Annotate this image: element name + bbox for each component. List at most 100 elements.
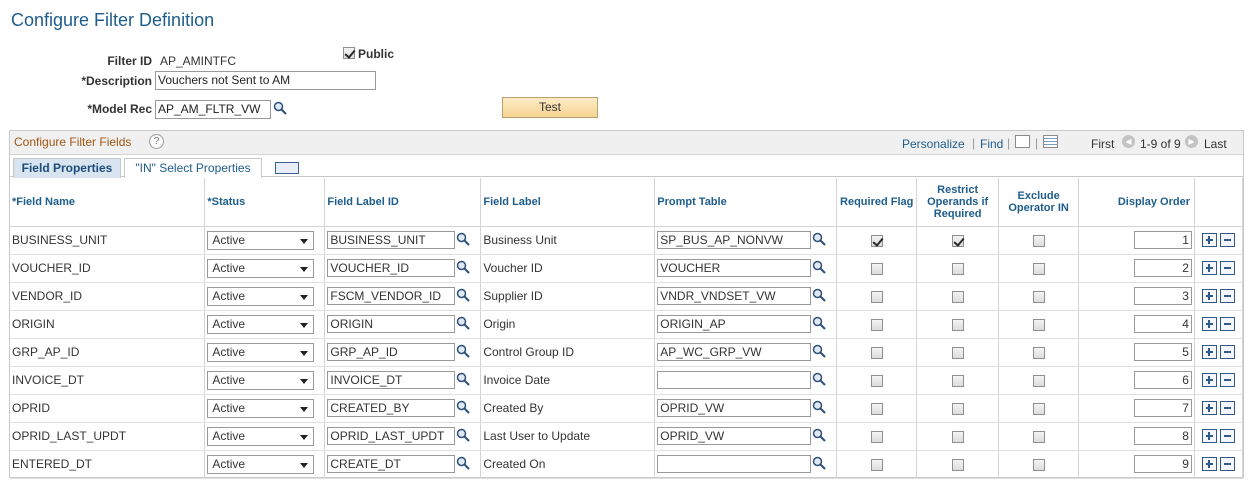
delete-row-button[interactable] [1220, 289, 1236, 304]
restrict-operands-checkbox[interactable] [951, 262, 964, 275]
prompt-table-lookup-icon[interactable] [812, 316, 826, 333]
status-select[interactable]: Active [207, 314, 315, 334]
field-label-id-lookup-icon[interactable] [456, 400, 471, 417]
add-row-button[interactable] [1201, 261, 1217, 276]
restrict-operands-checkbox[interactable] [951, 318, 964, 331]
display-order-input[interactable]: 2 [1133, 259, 1192, 277]
required-flag-checkbox[interactable] [870, 262, 883, 275]
restrict-operands-checkbox[interactable] [951, 402, 964, 415]
prompt-table-input[interactable]: VOUCHER [657, 259, 812, 277]
model-rec-input[interactable]: AP_AM_FLTR_VW [155, 100, 271, 119]
required-flag-checkbox[interactable] [870, 374, 883, 387]
restrict-operands-checkbox[interactable] [951, 458, 964, 471]
exclude-operator-checkbox[interactable] [1032, 290, 1045, 303]
field-label-id-input[interactable]: VOUCHER_ID [327, 259, 456, 277]
add-row-button[interactable] [1201, 233, 1217, 248]
next-arrow-icon[interactable]: ▶ [1185, 135, 1198, 148]
delete-row-button[interactable] [1220, 345, 1236, 360]
status-select[interactable]: Active [207, 230, 315, 250]
previous-arrow-icon[interactable]: ◀ [1122, 135, 1135, 148]
status-select[interactable]: Active [207, 370, 315, 390]
field-label-id-lookup-icon[interactable] [456, 372, 471, 389]
display-order-input[interactable]: 9 [1133, 455, 1192, 473]
prompt-table-input[interactable]: SP_BUS_AP_NONVW [657, 231, 812, 249]
exclude-operator-checkbox[interactable] [1032, 234, 1045, 247]
status-select[interactable]: Active [207, 398, 315, 418]
field-label-id-lookup-icon[interactable] [456, 428, 471, 445]
field-label-id-input[interactable]: OPRID_LAST_UPDT [327, 427, 456, 445]
personalize-link[interactable]: Personalize [902, 137, 965, 151]
field-label-id-lookup-icon[interactable] [456, 232, 471, 249]
model-rec-lookup-icon[interactable] [273, 101, 287, 115]
prompt-table-lookup-icon[interactable] [812, 260, 826, 277]
description-input[interactable]: Vouchers not Sent to AM [155, 71, 376, 90]
delete-row-button[interactable] [1220, 429, 1236, 444]
view-all-icon[interactable] [1015, 135, 1030, 148]
display-order-input[interactable]: 7 [1133, 399, 1192, 417]
prompt-table-input[interactable]: ORIGIN_AP [657, 315, 812, 333]
add-row-button[interactable] [1201, 317, 1217, 332]
prompt-table-input[interactable] [657, 371, 812, 389]
required-flag-checkbox[interactable] [870, 318, 883, 331]
status-select[interactable]: Active [207, 342, 315, 362]
download-icon[interactable] [1043, 135, 1058, 148]
prompt-table-input[interactable]: OPRID_VW [657, 427, 812, 445]
delete-row-button[interactable] [1220, 233, 1236, 248]
prompt-table-lookup-icon[interactable] [812, 232, 826, 249]
field-label-id-input[interactable]: BUSINESS_UNIT [327, 231, 456, 249]
status-select[interactable]: Active [207, 286, 315, 306]
display-order-input[interactable]: 6 [1133, 371, 1192, 389]
delete-row-button[interactable] [1220, 317, 1236, 332]
field-label-id-lookup-icon[interactable] [456, 288, 471, 305]
restrict-operands-checkbox[interactable] [951, 290, 964, 303]
field-label-id-lookup-icon[interactable] [456, 344, 471, 361]
prompt-table-lookup-icon[interactable] [812, 288, 826, 305]
display-order-input[interactable]: 1 [1133, 231, 1192, 249]
restrict-operands-checkbox[interactable] [951, 430, 964, 443]
exclude-operator-checkbox[interactable] [1032, 430, 1045, 443]
exclude-operator-checkbox[interactable] [1032, 346, 1045, 359]
field-label-id-input[interactable]: FSCM_VENDOR_ID [327, 287, 456, 305]
add-row-button[interactable] [1201, 457, 1217, 472]
prompt-table-input[interactable]: VNDR_VNDSET_VW [657, 287, 812, 305]
required-flag-checkbox[interactable] [870, 234, 883, 247]
field-label-id-input[interactable]: GRP_AP_ID [327, 343, 456, 361]
display-order-input[interactable]: 8 [1133, 427, 1192, 445]
status-select[interactable]: Active [207, 454, 315, 474]
field-label-id-input[interactable]: CREATED_BY [327, 399, 456, 417]
display-order-input[interactable]: 3 [1133, 287, 1192, 305]
delete-row-button[interactable] [1220, 401, 1236, 416]
prompt-table-input[interactable]: AP_WC_GRP_VW [657, 343, 812, 361]
prompt-table-input[interactable] [657, 455, 812, 473]
prompt-table-lookup-icon[interactable] [812, 372, 826, 389]
add-row-button[interactable] [1201, 289, 1217, 304]
delete-row-button[interactable] [1220, 261, 1236, 276]
tab-in-select-properties[interactable]: "IN" Select Properties [124, 158, 262, 178]
display-order-input[interactable]: 5 [1133, 343, 1192, 361]
show-all-columns-icon[interactable] [275, 162, 299, 174]
prompt-table-lookup-icon[interactable] [812, 400, 826, 417]
prompt-table-input[interactable]: OPRID_VW [657, 399, 812, 417]
required-flag-checkbox[interactable] [870, 430, 883, 443]
exclude-operator-checkbox[interactable] [1032, 262, 1045, 275]
exclude-operator-checkbox[interactable] [1032, 402, 1045, 415]
tab-field-properties[interactable]: Field Properties [13, 158, 121, 178]
exclude-operator-checkbox[interactable] [1032, 318, 1045, 331]
restrict-operands-checkbox[interactable] [951, 374, 964, 387]
status-select[interactable]: Active [207, 426, 315, 446]
required-flag-checkbox[interactable] [870, 458, 883, 471]
delete-row-button[interactable] [1220, 457, 1236, 472]
restrict-operands-checkbox[interactable] [951, 346, 964, 359]
required-flag-checkbox[interactable] [870, 290, 883, 303]
restrict-operands-checkbox[interactable] [951, 234, 964, 247]
status-select[interactable]: Active [207, 258, 315, 278]
prompt-table-lookup-icon[interactable] [812, 428, 826, 445]
help-icon[interactable]: ? [149, 134, 164, 149]
required-flag-checkbox[interactable] [870, 402, 883, 415]
add-row-button[interactable] [1201, 373, 1217, 388]
field-label-id-input[interactable]: CREATE_DT [327, 455, 456, 473]
add-row-button[interactable] [1201, 345, 1217, 360]
exclude-operator-checkbox[interactable] [1032, 458, 1045, 471]
test-button[interactable]: Test [502, 97, 598, 118]
prompt-table-lookup-icon[interactable] [812, 344, 826, 361]
